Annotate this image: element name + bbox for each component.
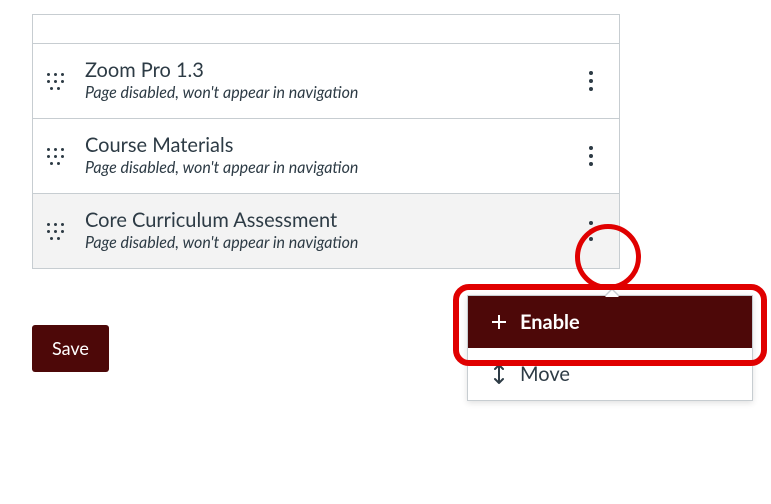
context-menu: Enable Move xyxy=(467,295,753,401)
plus-icon xyxy=(490,314,508,330)
move-icon xyxy=(490,364,508,384)
nav-item-row[interactable]: Course Materials Page disabled, won't ap… xyxy=(33,119,619,194)
drag-handle-icon[interactable] xyxy=(45,68,65,94)
nav-item-text: Zoom Pro 1.3 Page disabled, won't appear… xyxy=(85,59,579,102)
nav-item-row[interactable]: Core Curriculum Assessment Page disabled… xyxy=(33,194,619,269)
kebab-icon[interactable] xyxy=(579,140,603,172)
nav-item-subtitle: Page disabled, won't appear in navigatio… xyxy=(85,84,579,102)
nav-items-list: Zoom Pro 1.3 Page disabled, won't appear… xyxy=(32,14,620,269)
nav-item-subtitle: Page disabled, won't appear in navigatio… xyxy=(85,234,579,252)
nav-item-title: Zoom Pro 1.3 xyxy=(85,59,579,82)
save-button[interactable]: Save xyxy=(32,325,109,372)
nav-item-row[interactable]: Zoom Pro 1.3 Page disabled, won't appear… xyxy=(33,44,619,119)
menu-item-label: Enable xyxy=(520,310,580,334)
drag-handle-icon[interactable] xyxy=(45,218,65,244)
menu-item-move[interactable]: Move xyxy=(468,348,752,400)
nav-item-text: Course Materials Page disabled, won't ap… xyxy=(85,134,579,177)
kebab-icon[interactable] xyxy=(579,215,603,247)
drag-handle-icon[interactable] xyxy=(45,143,65,169)
nav-item-title: Core Curriculum Assessment xyxy=(85,209,579,232)
menu-item-label: Move xyxy=(520,362,570,386)
kebab-icon[interactable] xyxy=(579,65,603,97)
nav-item-subtitle: Page disabled, won't appear in navigatio… xyxy=(85,159,579,177)
nav-item-text: Core Curriculum Assessment Page disabled… xyxy=(85,209,579,252)
nav-item-title: Course Materials xyxy=(85,134,579,157)
menu-item-enable[interactable]: Enable xyxy=(468,296,752,348)
list-stub xyxy=(33,15,619,44)
